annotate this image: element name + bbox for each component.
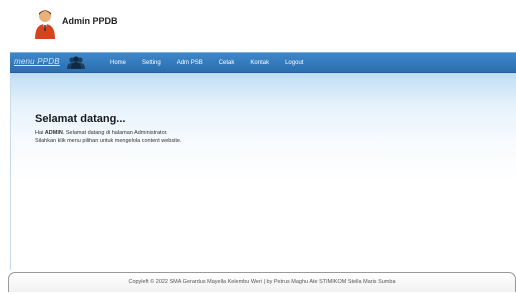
- welcome-heading: Selamat datang...: [35, 113, 126, 125]
- nav-brand[interactable]: menu PPDB: [14, 57, 60, 66]
- nav-item-setting[interactable]: Setting: [134, 53, 169, 74]
- main-content: Selamat datang... Hai ADMIN. Selamat dat…: [10, 73, 516, 270]
- main-navbar: menu PPDB Home Setting Adm PSB Cetak Kon…: [10, 52, 516, 73]
- page-footer: Copyleft © 2022 SMA Gerardus Mayella Kel…: [8, 272, 516, 292]
- footer-copyright: Copyleft © 2022 SMA Gerardus Mayella Kel…: [128, 279, 396, 285]
- page-header: Admin PPDB: [0, 0, 516, 52]
- nav-item-logout[interactable]: Logout: [277, 53, 311, 74]
- username: ADMIN: [44, 130, 63, 136]
- users-group-icon: [67, 56, 85, 69]
- nav-item-kontak[interactable]: Kontak: [242, 53, 277, 74]
- nav-item-adm-psb[interactable]: Adm PSB: [169, 53, 211, 74]
- nav-menu: Home Setting Adm PSB Cetak Kontak Logout: [102, 53, 311, 74]
- greeting-prefix: Hai: [35, 130, 44, 136]
- nav-item-cetak[interactable]: Cetak: [211, 53, 243, 74]
- admin-title: Admin PPDB: [62, 16, 118, 26]
- nav-item-home[interactable]: Home: [102, 53, 134, 74]
- greeting-suffix: . Selamat datang di halaman Administrato…: [62, 130, 168, 136]
- admin-user-icon: [35, 10, 55, 39]
- greeting-text: Hai ADMIN. Selamat datang di halaman Adm…: [35, 130, 168, 136]
- instruction-text: Silahkan klik menu pilihan untuk mengelo…: [35, 138, 182, 144]
